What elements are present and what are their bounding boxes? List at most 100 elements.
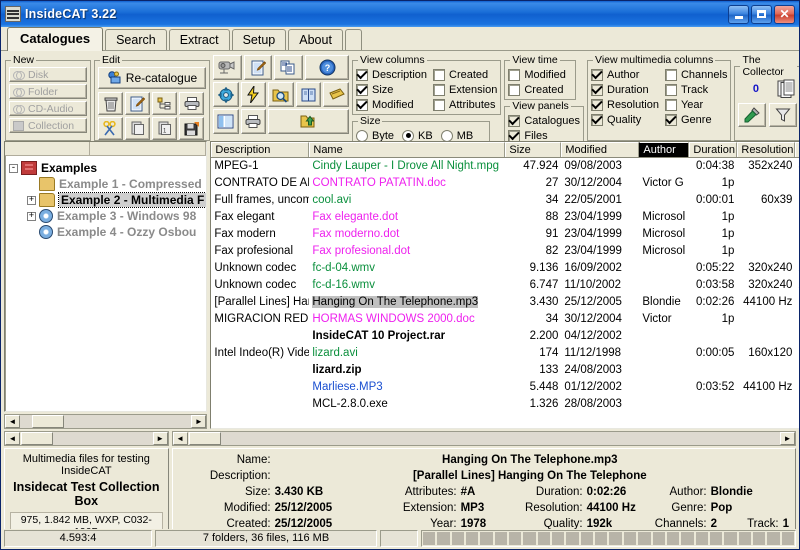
tab-extract[interactable]: Extract <box>168 29 230 50</box>
checkbox-quality[interactable]: Quality <box>591 112 659 127</box>
table-row[interactable]: Fax modern Fax moderno.dot 91 23/04/1999 Mic… <box>211 226 799 243</box>
table-row[interactable]: Fax profesional Fax profesional.dot 82 23/0… <box>211 243 799 260</box>
checkbox-resolution[interactable]: Resolution <box>591 97 659 112</box>
minimize-button[interactable] <box>728 4 749 24</box>
column-header-modified[interactable]: Modified <box>561 142 640 157</box>
new-folder-button[interactable]: Folder <box>9 84 87 99</box>
checkbox-size[interactable]: Size <box>356 82 427 97</box>
tree-node-example-1[interactable]: Example 1 - Compressed <box>9 176 206 192</box>
scroll-thumb[interactable] <box>188 432 221 445</box>
catalog-book-button[interactable] <box>295 82 322 107</box>
table-row[interactable]: Marliese.MP3 5.448 01/12/2002 0:03:52 44100 … <box>211 379 799 396</box>
scroll-thumb[interactable] <box>21 432 53 445</box>
file-list-body[interactable]: MPEG-1 Cindy Lauper - I Drove All Night.m… <box>211 158 799 428</box>
scroll-track[interactable] <box>220 432 780 445</box>
expander-icon[interactable]: - <box>9 163 18 173</box>
table-row[interactable]: MPEG-1 Cindy Lauper - I Drove All Night.m… <box>211 158 799 175</box>
scroll-left-button[interactable]: ◄ <box>5 415 20 428</box>
scroll-left-button[interactable]: ◄ <box>5 432 20 445</box>
documents-icon[interactable] <box>777 79 797 99</box>
paste-button[interactable]: 1 <box>152 117 177 140</box>
edit-properties-button[interactable] <box>125 92 150 115</box>
tree-node-examples[interactable]: - Examples <box>9 160 206 176</box>
tree-view-button[interactable] <box>152 92 177 115</box>
catalogue-tree[interactable]: - Examples Example 1 - Compressed + Exam… <box>4 141 208 412</box>
projector-button[interactable] <box>213 55 242 80</box>
new-cdaudio-button[interactable]: CD-Audio <box>9 101 87 116</box>
scroll-track[interactable] <box>20 415 192 428</box>
checkbox-modified[interactable]: Modified <box>356 97 427 112</box>
tab-setup[interactable]: Setup <box>231 29 287 50</box>
column-header-qualit[interactable]: Qualit <box>795 142 799 157</box>
scroll-right-button[interactable]: ► <box>152 432 168 445</box>
table-row[interactable]: CONTRATO DE AR CONTRATO PATATIN.doc 27 30/1… <box>211 175 799 192</box>
maximize-button[interactable] <box>751 4 772 24</box>
scroll-track[interactable] <box>53 432 153 445</box>
table-row[interactable]: Unknown codec fc-d-16.wmv 6.747 11/10/2002 0… <box>211 277 799 294</box>
tree-node-example-4[interactable]: Example 4 - Ozzy Osbou <box>9 224 206 240</box>
column-header-description[interactable]: Description <box>211 142 310 157</box>
close-button[interactable]: ✕ <box>774 4 795 24</box>
copy-button[interactable] <box>125 117 150 140</box>
table-row[interactable]: lizard.zip 133 24/08/2003 <box>211 362 799 379</box>
print-list-button[interactable] <box>240 109 267 134</box>
checkbox-time-modified[interactable]: Modified <box>508 67 572 82</box>
tag-button[interactable] <box>323 82 349 107</box>
checkbox-duration[interactable]: Duration <box>591 82 659 97</box>
scroll-left-button[interactable]: ◄ <box>172 432 188 445</box>
scroll-right-button[interactable]: ► <box>191 415 207 428</box>
table-row[interactable]: Unknown codec fc-d-04.wmv 9.136 16/09/2002 0… <box>211 260 799 277</box>
checkbox-description[interactable]: Description <box>356 67 427 82</box>
tab-catalogues[interactable]: Catalogues <box>7 27 104 51</box>
open-folder-button[interactable] <box>268 109 349 134</box>
checkbox-channels[interactable]: Channels <box>664 67 727 82</box>
expander-icon[interactable]: + <box>27 195 36 205</box>
checkbox-time-created[interactable]: Created <box>508 82 572 97</box>
checkbox-year[interactable]: Year <box>664 97 727 112</box>
save-button[interactable] <box>179 117 204 140</box>
table-row[interactable]: InsideCAT 10 Project.rar 2.200 04/12/2002 <box>211 328 799 345</box>
table-row[interactable]: MIGRACION RED HORMAS WINDOWS 2000.doc 34 30… <box>211 311 799 328</box>
toggle-panels-button[interactable] <box>213 109 239 134</box>
column-header-name[interactable]: Name <box>309 142 506 157</box>
new-disk-button[interactable]: Disk <box>9 67 87 82</box>
tab-search[interactable]: Search <box>105 29 167 50</box>
new-collection-button[interactable]: Collection <box>9 118 87 133</box>
checkbox-created[interactable]: Created <box>433 67 497 82</box>
checkbox-attributes[interactable]: Attributes <box>433 97 497 112</box>
checkbox-panel-catalogues[interactable]: Catalogues <box>508 113 580 128</box>
checkbox-genre[interactable]: Genre <box>664 112 727 127</box>
tree-node-example-3[interactable]: + Example 3 - Windows 98 <box>9 208 206 224</box>
column-header-size[interactable]: Size <box>505 142 562 157</box>
table-row[interactable]: Full frames, uncomp cool.avi 34 22/05/2001 0… <box>211 192 799 209</box>
help-button[interactable]: ? <box>305 55 349 80</box>
checkbox-extension[interactable]: Extension <box>433 82 497 97</box>
table-row[interactable]: Intel Indeo(R) Video lizard.avi 174 11/12/1… <box>211 345 799 362</box>
detail-scrollbar[interactable]: ◄ ► <box>171 431 796 446</box>
scroll-right-button[interactable]: ► <box>780 432 795 445</box>
expander-icon[interactable]: + <box>27 211 36 221</box>
delete-button[interactable] <box>98 92 123 115</box>
print-button[interactable] <box>179 92 204 115</box>
collection-scrollbar[interactable]: ◄ ► <box>4 431 169 446</box>
filter-button[interactable] <box>769 103 798 127</box>
cut-button[interactable] <box>98 117 123 140</box>
table-row[interactable]: MCL-2.8.0.exe 1.326 28/08/2003 <box>211 396 799 413</box>
compare-documents-button[interactable] <box>274 55 304 80</box>
tab-about[interactable]: About <box>288 29 343 50</box>
tree-horizontal-scrollbar[interactable]: ◄ ► <box>4 414 208 429</box>
column-header-author[interactable]: Author <box>639 142 690 157</box>
edit-document-button[interactable] <box>243 55 273 80</box>
quick-action-button[interactable] <box>240 82 267 107</box>
eyedropper-button[interactable] <box>738 103 767 127</box>
scroll-thumb[interactable] <box>32 415 64 428</box>
settings-button[interactable] <box>213 82 239 107</box>
file-list-header[interactable]: Description Name Size Modified Author Duratio… <box>211 142 799 158</box>
column-header-resolution[interactable]: Resolution <box>737 142 796 157</box>
search-folder-button[interactable] <box>268 82 294 107</box>
table-row[interactable]: Fax elegant Fax elegante.dot 88 23/04/1999 M… <box>211 209 799 226</box>
file-list[interactable]: Description Name Size Modified Author Duratio… <box>210 141 799 429</box>
tree-node-example-2[interactable]: + Example 2 - Multimedia F <box>9 192 207 208</box>
table-row[interactable]: [Parallel Lines] Han Hanging On The Telep… <box>211 294 799 311</box>
checkbox-track[interactable]: Track <box>664 82 727 97</box>
